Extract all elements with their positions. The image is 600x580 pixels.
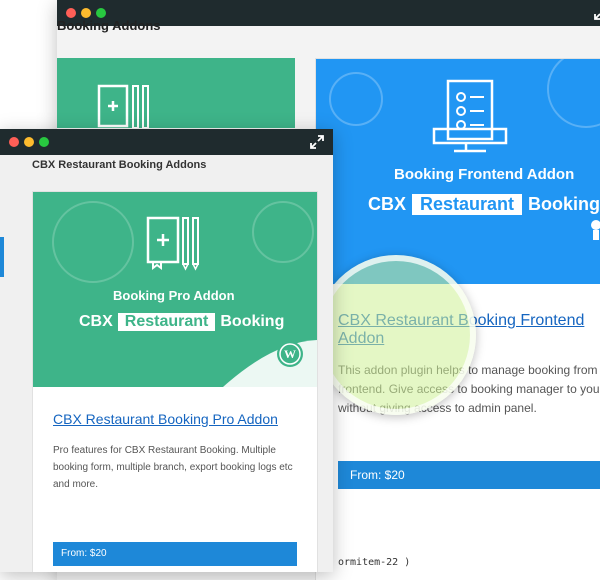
notebook-icon — [97, 84, 149, 128]
addon-title-link[interactable]: CBX Restaurant Booking Pro Addon — [53, 411, 278, 427]
zoom-window-button[interactable] — [96, 8, 106, 18]
addon-description: This addon plugin helps to manage bookin… — [338, 363, 600, 415]
addon-card-frontend: Booking Frontend Addon CBX Restaurant Book… — [315, 58, 600, 580]
minimize-window-button[interactable] — [81, 8, 91, 18]
close-window-button[interactable] — [66, 8, 76, 18]
code-fragment: ormitem-22 ) — [338, 557, 411, 568]
addon-card-image — [57, 58, 295, 128]
brand-wordmark: CBX Restaurant Booking — [79, 313, 285, 331]
addon-banner: Booking Frontend Addon CBX Restaurant Book… — [316, 59, 600, 284]
addon-title-link[interactable]: CBX Restaurant Booking Frontend Addon — [338, 312, 600, 348]
svg-text:W: W — [284, 347, 296, 361]
addon-description: Pro features for CBX Restaurant Booking.… — [53, 445, 293, 490]
front-titlebar — [0, 129, 333, 155]
sidebar-tab[interactable] — [0, 237, 4, 277]
banner-title: Booking Frontend Addon — [394, 166, 575, 183]
expand-icon[interactable] — [593, 5, 600, 21]
zoom-window-button[interactable] — [39, 137, 49, 147]
banner-title: Booking Pro Addon — [113, 288, 235, 303]
price-button[interactable]: From: $20 — [53, 542, 297, 566]
close-window-button[interactable] — [9, 137, 19, 147]
front-window: CBX Restaurant Booking Addons W Booking … — [0, 129, 333, 572]
page-title: Booking Addons — [57, 18, 161, 33]
price-button[interactable]: From: $20 — [338, 461, 600, 489]
addon-banner: W Booking Pro Addon CBX Restaurant Booking — [33, 192, 317, 387]
wordpress-icon: W — [277, 341, 303, 367]
brand-wordmark: CBX Restaurant Booking — [368, 194, 600, 215]
page-title: CBX Restaurant Booking Addons — [32, 159, 207, 171]
addon-card-pro: W Booking Pro Addon CBX Restaurant Booking… — [32, 191, 318, 572]
expand-icon[interactable] — [309, 134, 325, 150]
minimize-window-button[interactable] — [24, 137, 34, 147]
